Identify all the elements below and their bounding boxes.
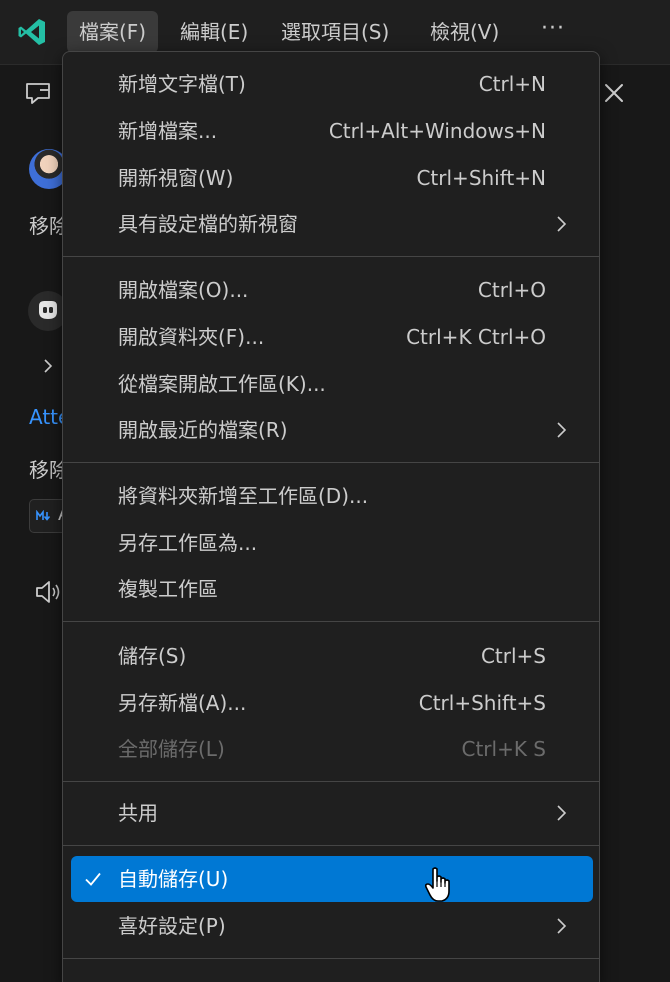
hand-pointer-icon bbox=[424, 867, 450, 902]
vscode-insiders-logo-icon[interactable] bbox=[16, 16, 48, 48]
markdown-icon bbox=[36, 510, 51, 521]
menu-item-label: 複製工作區 bbox=[118, 577, 218, 601]
menu-item-label: 喜好設定(P) bbox=[118, 914, 226, 938]
menu-item-label: 開啟最近的檔案(R) bbox=[118, 418, 288, 442]
menu-item-open-workspace-from-file[interactable]: 從檔案開啟工作區(K)... bbox=[71, 361, 593, 407]
chevron-right-icon bbox=[557, 422, 567, 438]
menu-file[interactable]: 檔案(F) bbox=[67, 11, 159, 53]
menu-item-new-window-with-profile[interactable]: 具有設定檔的新視窗 bbox=[71, 201, 593, 247]
menu-item-label: 自動儲存(U) bbox=[118, 867, 229, 891]
close-icon[interactable] bbox=[603, 82, 625, 104]
menu-item-shortcut: Ctrl+Shift+S bbox=[418, 691, 546, 715]
menu-item-preferences[interactable]: 喜好設定(P) bbox=[71, 903, 593, 949]
menu-item-share[interactable]: 共用 bbox=[71, 790, 593, 836]
file-menu: 新增文字檔(T) Ctrl+N 新增檔案... Ctrl+Alt+Windows… bbox=[62, 51, 600, 982]
menu-separator bbox=[63, 621, 599, 622]
menu-item-label: 將資料夾新增至工作區(D)... bbox=[118, 484, 369, 508]
menu-item-open-recent[interactable]: 開啟最近的檔案(R) bbox=[71, 407, 593, 453]
chevron-right-icon bbox=[557, 216, 567, 232]
menu-item-label: 具有設定檔的新視窗 bbox=[118, 212, 298, 236]
menu-item-save[interactable]: 儲存(S) Ctrl+S bbox=[71, 633, 593, 679]
chevron-right-icon[interactable] bbox=[41, 357, 55, 375]
check-icon bbox=[85, 872, 101, 886]
menu-item-shortcut: Ctrl+O bbox=[477, 278, 546, 302]
menu-item-duplicate-workspace[interactable]: 複製工作區 bbox=[71, 566, 593, 612]
menu-item-shortcut: Ctrl+N bbox=[478, 72, 546, 96]
menu-item-shortcut: Ctrl+K S bbox=[461, 737, 546, 761]
menu-item-label: 另存新檔(A)... bbox=[118, 691, 247, 715]
menu-item-shortcut: Ctrl+Shift+N bbox=[416, 166, 546, 190]
more-menus-button[interactable]: ··· bbox=[531, 11, 575, 53]
chat-comment-icon[interactable] bbox=[24, 80, 52, 108]
menu-item-new-text-file[interactable]: 新增文字檔(T) Ctrl+N bbox=[71, 61, 593, 107]
menu-separator bbox=[63, 845, 599, 846]
chevron-right-icon bbox=[557, 918, 567, 934]
menu-item-shortcut: Ctrl+K Ctrl+O bbox=[406, 325, 546, 349]
menu-item-shortcut: Ctrl+S bbox=[480, 644, 546, 668]
menu-item-label: 從檔案開啟工作區(K)... bbox=[118, 372, 326, 396]
menu-item-open-file[interactable]: 開啟檔案(O)... Ctrl+O bbox=[71, 267, 593, 313]
menu-separator bbox=[63, 462, 599, 463]
menu-item-save-workspace-as[interactable]: 另存工作區為... bbox=[71, 520, 593, 566]
menu-item-label: 全部儲存(L) bbox=[118, 737, 225, 761]
menu-edit[interactable]: 編輯(E) bbox=[168, 11, 260, 53]
menu-separator bbox=[63, 958, 599, 959]
menu-item-label: 另存工作區為... bbox=[118, 531, 258, 555]
menu-item-label: 新增文字檔(T) bbox=[118, 72, 246, 96]
speaker-icon[interactable] bbox=[34, 578, 62, 606]
menu-item-label: 儲存(S) bbox=[118, 644, 187, 668]
menu-separator bbox=[63, 781, 599, 782]
menu-item-add-folder-to-workspace[interactable]: 將資料夾新增至工作區(D)... bbox=[71, 473, 593, 519]
menu-item-label: 共用 bbox=[118, 801, 158, 825]
menu-item-new-file[interactable]: 新增檔案... Ctrl+Alt+Windows+N bbox=[71, 108, 593, 154]
menu-item-label: 新增檔案... bbox=[118, 119, 218, 143]
menu-selection[interactable]: 選取項目(S) bbox=[269, 11, 401, 53]
menu-item-label: 開啟資料夾(F)... bbox=[118, 325, 265, 349]
menu-item-save-all: 全部儲存(L) Ctrl+K S bbox=[71, 726, 593, 772]
menu-view[interactable]: 檢視(V) bbox=[418, 11, 511, 53]
menu-item-new-window[interactable]: 開新視窗(W) Ctrl+Shift+N bbox=[71, 155, 593, 201]
menu-item-open-folder[interactable]: 開啟資料夾(F)... Ctrl+K Ctrl+O bbox=[71, 314, 593, 360]
menu-item-shortcut: Ctrl+Alt+Windows+N bbox=[328, 119, 546, 143]
menu-separator bbox=[63, 256, 599, 257]
menu-item-label: 開新視窗(W) bbox=[118, 166, 234, 190]
menu-item-auto-save[interactable]: 自動儲存(U) bbox=[71, 856, 593, 902]
menu-item-label: 開啟檔案(O)... bbox=[118, 278, 249, 302]
chevron-right-icon bbox=[557, 805, 567, 821]
menu-item-save-as[interactable]: 另存新檔(A)... Ctrl+Shift+S bbox=[71, 680, 593, 726]
